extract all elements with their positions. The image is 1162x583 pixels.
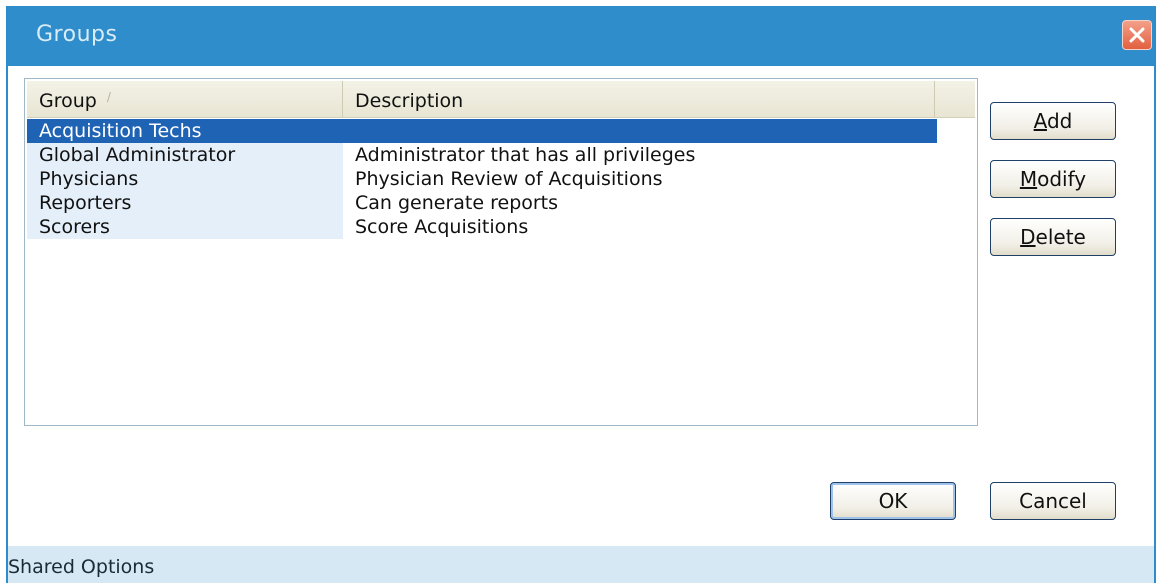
description-cell: Administrator that has all privileges xyxy=(355,144,696,166)
close-button[interactable] xyxy=(1122,20,1152,50)
list-header: Group / Description xyxy=(27,81,975,118)
groups-list-view[interactable]: Group / Description Acquisition Techs Glo… xyxy=(24,78,978,426)
add-button[interactable]: Add xyxy=(990,102,1116,140)
ok-label: OK xyxy=(878,489,908,513)
modify-button[interactable]: Modify xyxy=(990,160,1116,198)
group-cell: Scorers xyxy=(27,215,343,239)
add-label: dd xyxy=(1046,109,1073,133)
modify-label: odify xyxy=(1037,167,1087,191)
description-cell: Can generate reports xyxy=(355,192,559,214)
list-body: Acquisition Techs Global Administrator A… xyxy=(27,119,975,423)
delete-label: elete xyxy=(1035,225,1086,249)
delete-button[interactable]: Delete xyxy=(990,218,1116,256)
add-mnemonic: A xyxy=(1033,109,1047,133)
cancel-label: Cancel xyxy=(1019,489,1087,513)
table-row[interactable]: Global Administrator Administrator that … xyxy=(27,143,975,167)
table-row[interactable]: Acquisition Techs xyxy=(27,119,937,143)
cancel-button[interactable]: Cancel xyxy=(990,482,1116,520)
window-title: Groups xyxy=(36,22,118,47)
ok-button[interactable]: OK xyxy=(830,482,956,520)
table-row[interactable]: Reporters Can generate reports xyxy=(27,191,975,215)
title-bar: Groups xyxy=(8,6,1154,66)
delete-mnemonic: D xyxy=(1020,225,1036,249)
group-cell: Reporters xyxy=(27,191,343,215)
group-cell: Global Administrator xyxy=(27,143,343,167)
shared-options-label[interactable]: Shared Options xyxy=(8,556,154,578)
table-row[interactable]: Physicians Physician Review of Acquisiti… xyxy=(27,167,975,191)
group-cell: Acquisition Techs xyxy=(39,120,202,142)
description-cell: Physician Review of Acquisitions xyxy=(355,168,663,190)
column-header-group-label: Group xyxy=(39,90,97,112)
description-cell xyxy=(355,119,955,143)
status-bar: Shared Options xyxy=(8,546,1154,583)
sort-indicator-icon: / xyxy=(106,90,111,104)
group-cell: Physicians xyxy=(27,167,343,191)
column-header-group[interactable]: Group / xyxy=(27,81,343,117)
modify-mnemonic: M xyxy=(1019,167,1038,191)
close-x-icon xyxy=(1129,27,1145,43)
groups-dialog: Groups Group / Description Acquisition Te… xyxy=(6,6,1156,583)
column-header-description-label: Description xyxy=(355,90,464,112)
column-header-description[interactable]: Description xyxy=(343,81,935,117)
table-row[interactable]: Scorers Score Acquisitions xyxy=(27,215,975,239)
description-cell: Score Acquisitions xyxy=(355,216,529,238)
